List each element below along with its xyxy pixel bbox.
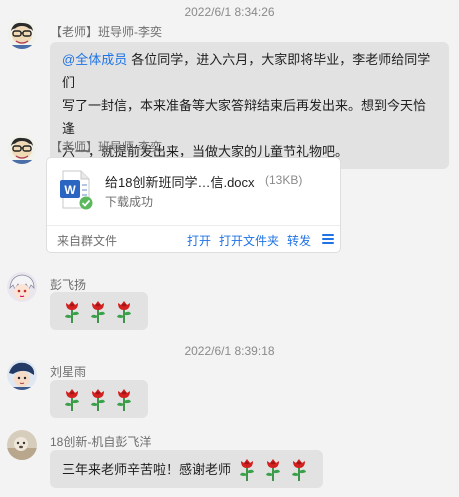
sender-name: 18创新-机自彭飞洋: [50, 435, 152, 449]
open-button[interactable]: 打开: [187, 232, 211, 249]
mention-all[interactable]: @全体成员: [62, 52, 127, 67]
rose-emoji-icon: [62, 298, 82, 324]
file-name[interactable]: 给18创新班同学…信.docx: [105, 172, 255, 191]
svg-text:W: W: [64, 183, 76, 197]
sender-name: 【老师】班导师-李奕: [50, 25, 162, 39]
download-status: 下载成功: [105, 195, 154, 209]
boy-avatar-icon: [7, 360, 37, 390]
teacher-avatar-icon: [7, 19, 37, 49]
message-bubble[interactable]: 三年来老师辛苦啦！感谢老师: [50, 450, 324, 488]
anime-avatar-icon: [7, 272, 37, 302]
sender-name: 刘星雨: [50, 365, 87, 379]
avatar[interactable]: [7, 19, 37, 49]
message-text: 写了一封信，本来准备等大家答辩结束后再发出来。想到今天恰逢: [62, 98, 427, 136]
menu-icon[interactable]: [322, 234, 334, 246]
timestamp: 2022/6/1 8:39:18: [184, 344, 275, 358]
rose-emoji-icon: [88, 386, 108, 412]
message-bubble[interactable]: [50, 292, 148, 330]
divider: [47, 225, 340, 226]
rose-emoji-row: [62, 298, 140, 324]
rose-emoji-row: [62, 386, 140, 412]
message-text: 三年来老师辛苦啦！感谢老师: [62, 461, 232, 477]
rose-emoji-icon: [114, 298, 134, 324]
photo-avatar-icon: [7, 430, 37, 460]
word-doc-icon: W: [59, 170, 93, 210]
rose-emoji-icon: [289, 456, 309, 482]
avatar[interactable]: [7, 360, 37, 390]
open-folder-button[interactable]: 打开文件夹: [219, 232, 279, 249]
timestamp: 2022/6/1 8:34:26: [184, 5, 275, 19]
file-source: 来自群文件: [57, 234, 118, 248]
rose-emoji-icon: [88, 298, 108, 324]
file-card[interactable]: W 给18创新班同学…信.docx (13KB) 下载成功 来自群文件 打开 打…: [46, 157, 341, 253]
rose-emoji-icon: [114, 386, 134, 412]
sender-name: 彭飞扬: [50, 278, 87, 292]
message-bubble[interactable]: [50, 380, 148, 418]
rose-emoji-icon: [237, 456, 257, 482]
avatar[interactable]: [7, 134, 37, 164]
sender-name: 【老师】班导师-李奕: [50, 140, 162, 154]
forward-button[interactable]: 转发: [287, 232, 311, 249]
file-size: (13KB): [265, 173, 303, 187]
rose-emoji-icon: [263, 456, 283, 482]
avatar[interactable]: [7, 272, 37, 302]
teacher-avatar-icon: [7, 134, 37, 164]
rose-emoji-icon: [62, 386, 82, 412]
avatar[interactable]: [7, 430, 37, 460]
